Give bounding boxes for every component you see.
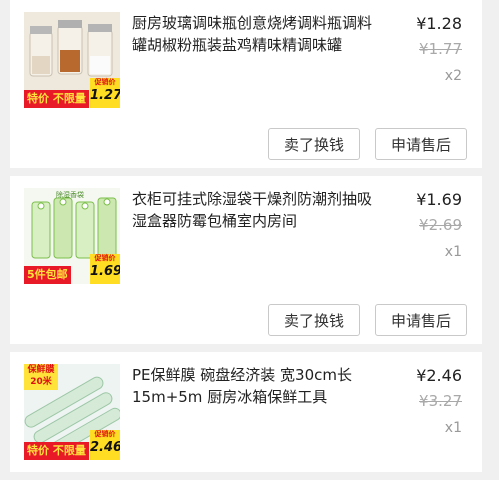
sell-button[interactable]: 卖了换钱 <box>268 304 360 336</box>
unit-price: ¥1.69 <box>416 190 462 209</box>
after-sale-button[interactable]: 申请售后 <box>375 128 467 160</box>
quantity: x1 <box>444 420 462 436</box>
original-price: ¥1.77 <box>419 40 462 58</box>
product-title[interactable]: 厨房玻璃调味瓶创意烧烤调料瓶调料罐胡椒粉瓶装盐鸡精味精调味罐 <box>132 12 382 56</box>
product-tag: 保鲜膜 20米 <box>24 364 58 390</box>
promo-price-badge: 促销价 1.27 <box>90 78 120 108</box>
order-item-card[interactable]: 特价 不限量 促销价 1.27 厨房玻璃调味瓶创意烧烤调料瓶调料罐胡椒粉瓶装盐鸡… <box>10 0 482 168</box>
original-price: ¥2.69 <box>419 216 462 234</box>
promo-badge: 特价 不限量 <box>24 90 89 108</box>
original-price: ¥3.27 <box>419 392 462 410</box>
quantity: x1 <box>444 244 462 260</box>
product-thumbnail-spice-jars[interactable]: 特价 不限量 促销价 1.27 <box>24 12 120 108</box>
order-item-card[interactable]: 保鲜膜 20米 特价 不限量 促销价 2.46 PE保鲜膜 碗盘经济装 宽30c… <box>10 352 482 472</box>
unit-price: ¥2.46 <box>416 366 462 385</box>
sell-button[interactable]: 卖了换钱 <box>268 128 360 160</box>
product-title[interactable]: PE保鲜膜 碗盘经济装 宽30cm长15m+5m 厨房冰箱保鲜工具 <box>132 364 382 408</box>
promo-price-label: 促销价 <box>94 78 116 86</box>
product-thumbnail-cling-film[interactable]: 保鲜膜 20米 特价 不限量 促销价 2.46 <box>24 364 120 460</box>
product-thumbnail-dehumidifier-bags[interactable]: 除湿香袋 5件包邮 促销价 1.69 <box>24 188 120 284</box>
promo-price-label: 促销价 <box>94 430 116 438</box>
quantity: x2 <box>444 68 462 84</box>
product-title[interactable]: 衣柜可挂式除湿袋干燥剂防潮剂抽吸湿盒器防霉包桶室内房间 <box>132 188 382 232</box>
order-item-card[interactable]: 除湿香袋 5件包邮 促销价 1.69 衣柜可挂式除湿袋干燥剂防潮剂抽吸湿盒器防霉… <box>10 176 482 344</box>
promo-price-value: 2.46 <box>90 440 120 455</box>
after-sale-button[interactable]: 申请售后 <box>375 304 467 336</box>
brand-tag: 除湿香袋 <box>56 191 84 199</box>
promo-badge: 5件包邮 <box>24 266 71 284</box>
unit-price: ¥1.28 <box>416 14 462 33</box>
promo-price-value: 1.69 <box>90 264 120 279</box>
promo-price-badge: 促销价 2.46 <box>90 430 120 460</box>
promo-badge: 特价 不限量 <box>24 442 89 460</box>
promo-price-value: 1.27 <box>90 88 120 103</box>
promo-price-badge: 促销价 1.69 <box>90 254 120 284</box>
promo-price-label: 促销价 <box>94 254 116 262</box>
